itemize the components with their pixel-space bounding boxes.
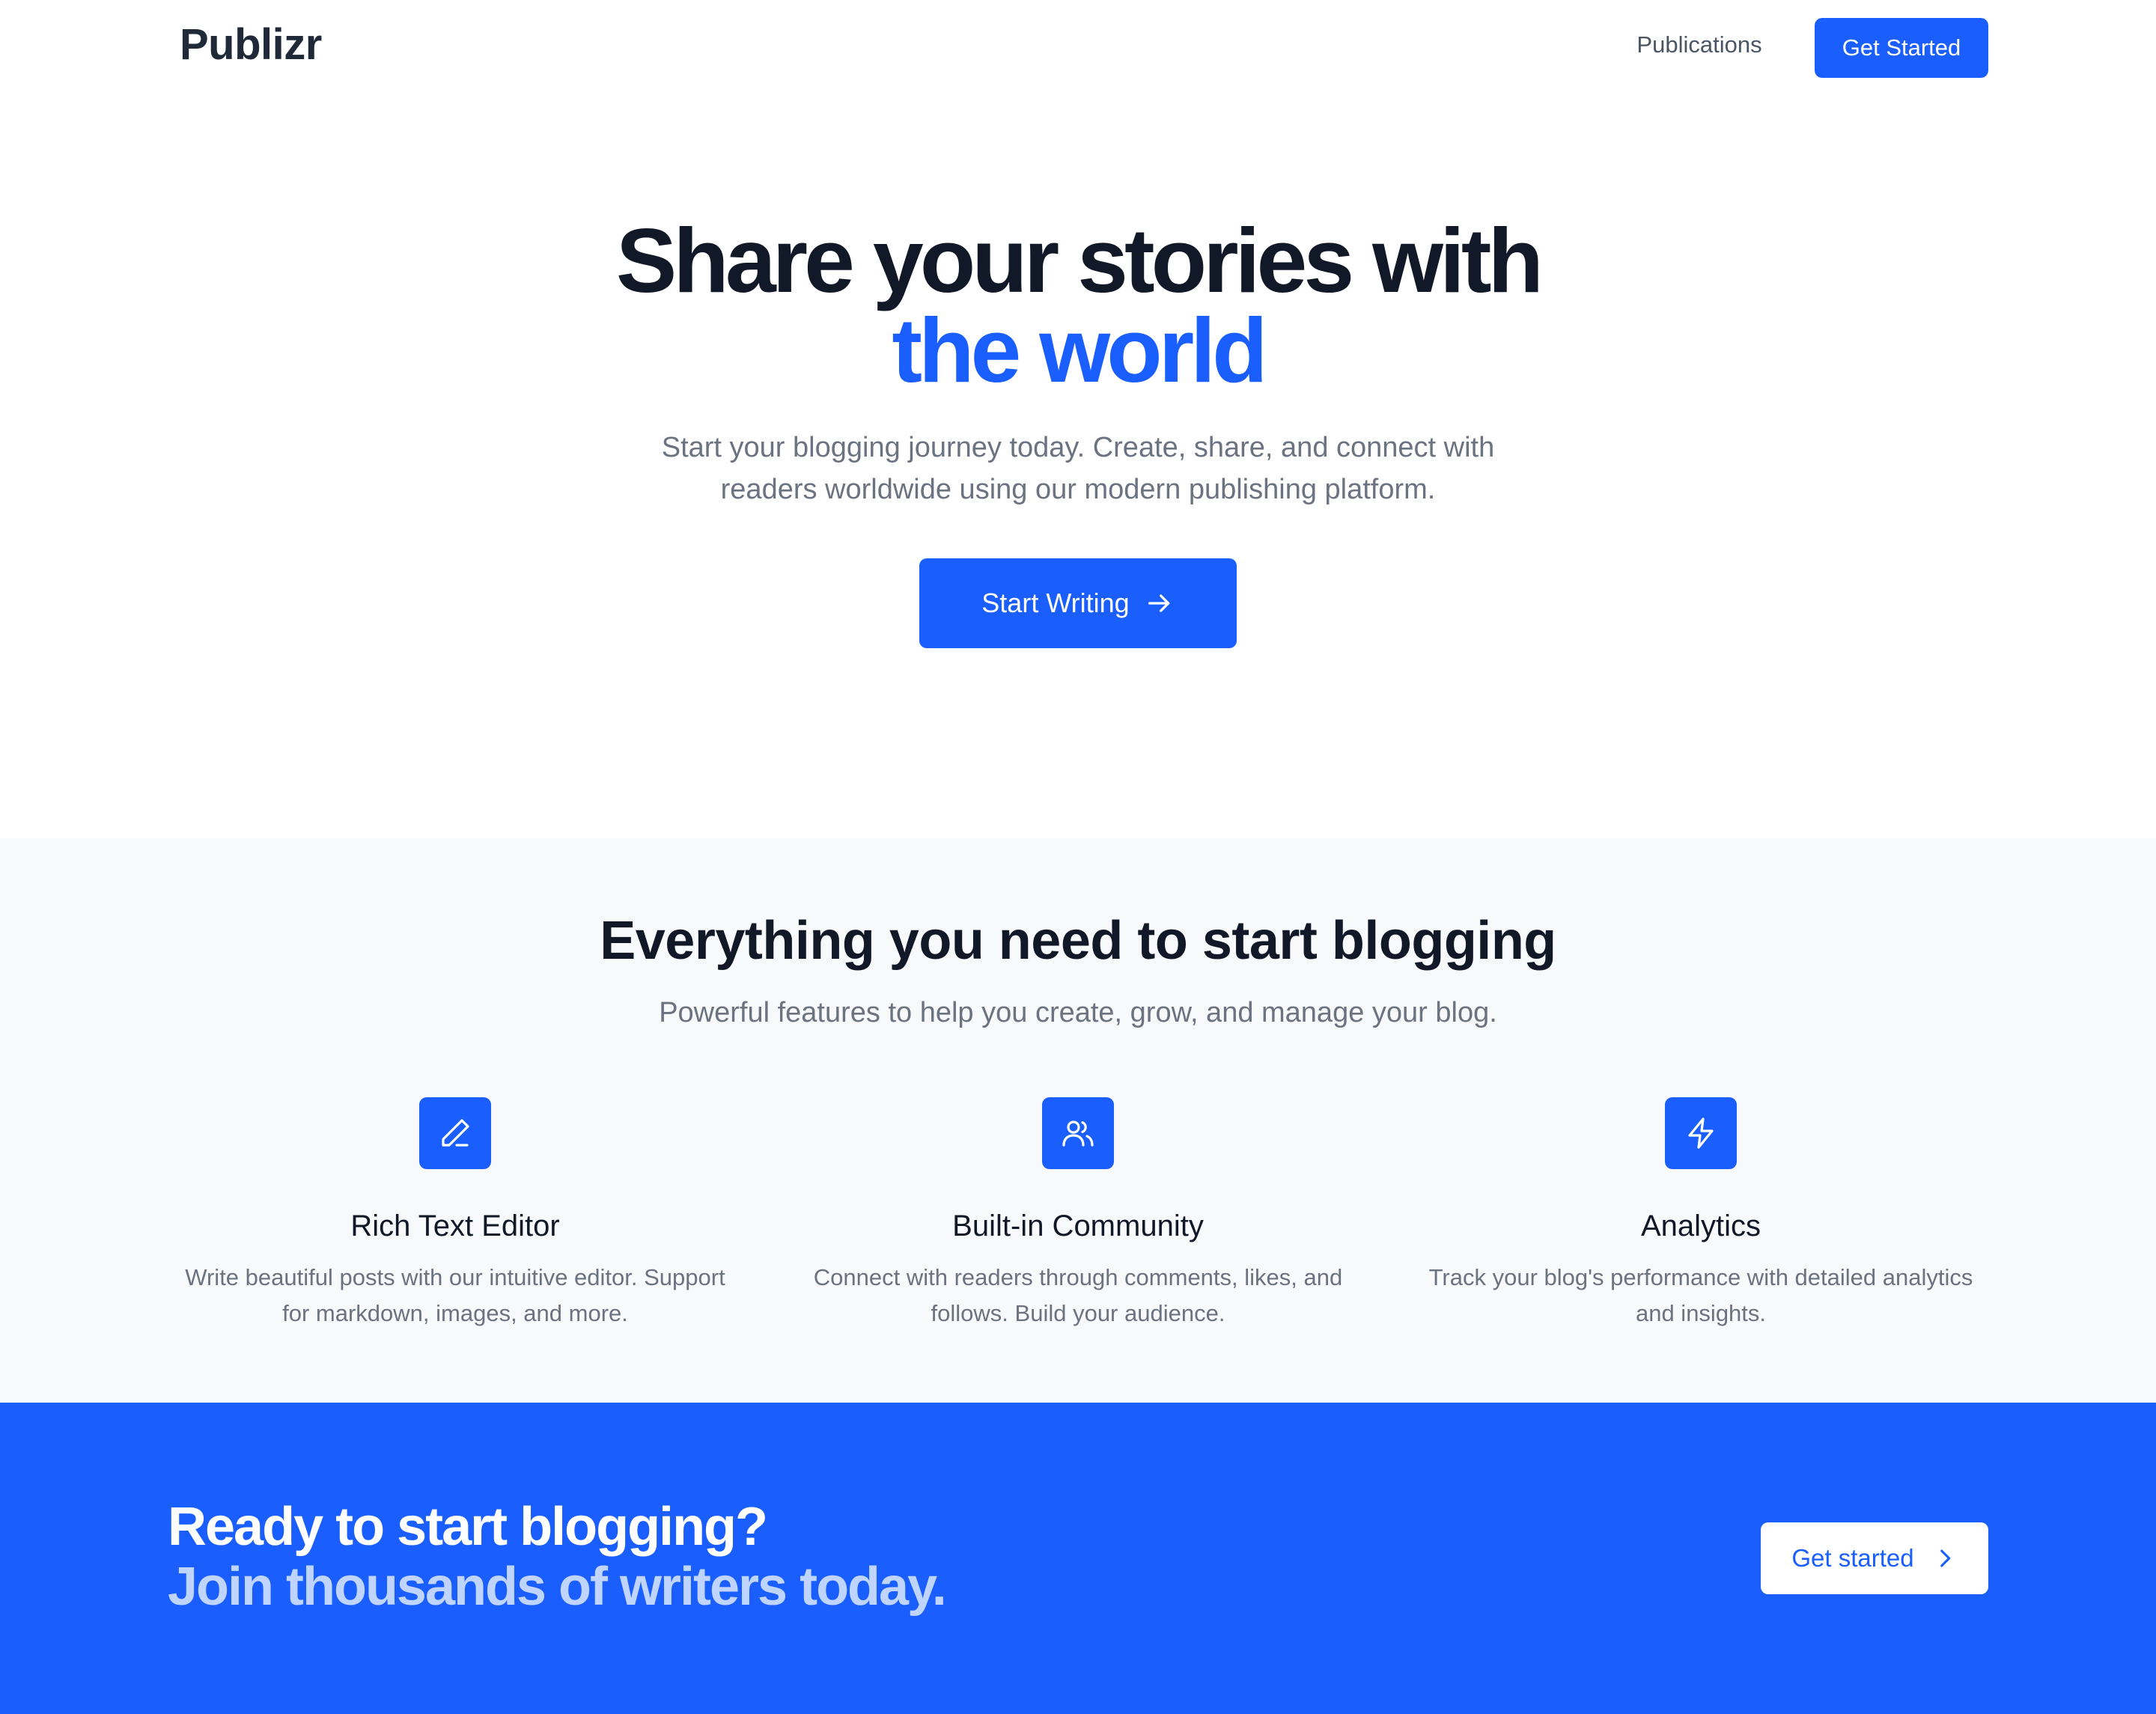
- pencil-icon: [442, 1119, 469, 1147]
- feature-card: Rich Text Editor Write beautiful posts w…: [156, 1097, 755, 1332]
- features-section: Everything you need to start blogging Po…: [0, 838, 2156, 1403]
- feature-description: Connect with readers through comments, l…: [813, 1264, 1343, 1326]
- logo[interactable]: Publizr: [180, 19, 322, 70]
- get-started-cta-button[interactable]: Get started: [1761, 1522, 1988, 1594]
- top-nav: Publizr Publications Get Started: [0, 0, 2156, 97]
- feature-name: Rich Text Editor: [350, 1210, 560, 1242]
- feature-icon-box: [1665, 1097, 1737, 1169]
- feature-icon-box: [419, 1097, 491, 1169]
- hero-title-line1: Share your stories with: [615, 210, 1544, 311]
- chevron-right-icon: [1940, 1549, 1950, 1567]
- arrow-right-icon: [1148, 594, 1170, 612]
- feature-icon-box: [1042, 1097, 1114, 1169]
- feature-name: Built-in Community: [952, 1210, 1204, 1242]
- get-started-button[interactable]: Get Started: [1815, 18, 1988, 78]
- cta-banner: Ready to start blogging? Join thousands …: [0, 1403, 2156, 1714]
- features-title: Everything you need to start blogging: [600, 911, 1556, 971]
- feature-card: Built-in Community Connect with readers …: [779, 1097, 1377, 1332]
- hero-subtitle: Start your blogging journey today. Creat…: [661, 432, 1495, 505]
- get-started-cta-label: Get started: [1791, 1544, 1914, 1572]
- lightning-icon: [1688, 1117, 1714, 1149]
- feature-description: Write beautiful posts with our intuitive…: [185, 1264, 725, 1326]
- start-writing-button[interactable]: Start Writing: [919, 558, 1237, 648]
- cta-heading: Ready to start blogging?: [168, 1497, 768, 1557]
- feature-name: Analytics: [1640, 1210, 1761, 1242]
- cta-subheading: Join thousands of writers today.: [168, 1557, 947, 1617]
- start-writing-label: Start Writing: [981, 588, 1130, 618]
- feature-description: Track your blog's performance with detai…: [1428, 1264, 1973, 1326]
- feature-card: Analytics Track your blog's performance …: [1401, 1097, 2000, 1332]
- features-subtitle: Powerful features to help you create, gr…: [659, 997, 1497, 1028]
- hero-title: Share your stories with the world: [0, 215, 2156, 401]
- nav-link-publications[interactable]: Publications: [1624, 31, 1774, 58]
- hero-title-accent: the world: [892, 299, 1267, 401]
- users-icon: [1062, 1120, 1094, 1147]
